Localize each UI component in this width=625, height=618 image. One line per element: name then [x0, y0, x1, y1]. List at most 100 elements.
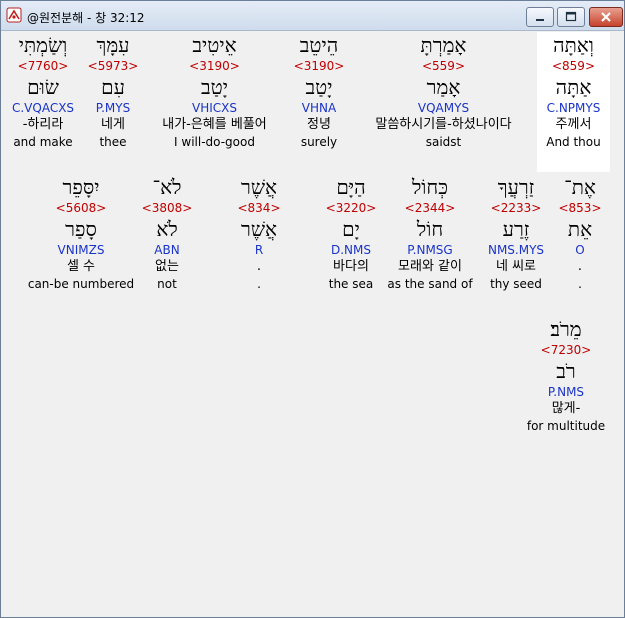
strong-number[interactable]: <834> — [226, 200, 292, 216]
hebrew-word: יִסָּפֵר — [62, 175, 100, 199]
english-gloss: And thou — [546, 135, 601, 149]
hebrew-word: מֵרֹב׃ — [550, 317, 582, 341]
word-block[interactable]: הַיָּם <3220> יָם D.NMS 바다의 the sea — [321, 174, 381, 314]
english-gloss: and make — [13, 135, 73, 149]
korean-gloss: 네게 — [101, 117, 125, 132]
english-gloss: the sea — [328, 277, 374, 291]
korean-gloss: . — [256, 259, 262, 274]
lemma: לֹא — [156, 217, 178, 241]
strong-number[interactable]: <5973> — [82, 58, 144, 74]
lemma: עִם — [101, 75, 125, 99]
morphology-code: VHNA — [301, 101, 337, 115]
lemma: שׂוּם — [27, 75, 59, 99]
english-gloss: thy seed — [490, 277, 542, 291]
morphology-code: C.VQACXS — [11, 101, 75, 115]
word-block[interactable]: אֲשֶׁר <834> אֲשֶׁר R . . — [226, 174, 292, 314]
strong-number[interactable]: <2233> — [480, 200, 552, 216]
morphology-code: P.MYS — [95, 101, 131, 115]
korean-gloss: 없는 — [155, 259, 179, 274]
strong-number[interactable]: <3220> — [321, 200, 381, 216]
strong-number[interactable]: <3190> — [285, 58, 353, 74]
lemma: אֲשֶׁר — [241, 217, 277, 241]
interlinear-panel: וְאַתָּה <859> אַתָּה C.NPMYS 주께서 And th… — [4, 32, 622, 615]
word-block[interactable]: לֹא־ <3808> לֹא ABN 없는 not — [139, 174, 195, 314]
word-block[interactable]: אֵיטִיב <3190> יָטַב VHICXS 내가-은혜를 베풀어 I… — [147, 32, 282, 172]
word-block[interactable]: מֵרֹב׃ <7230> רֹב P.NMS 많게- for multitud… — [524, 316, 608, 456]
english-gloss: I will-do-good — [174, 135, 255, 149]
strong-number[interactable]: <3808> — [139, 200, 195, 216]
main-window: @원전분해 - 창 32:12 וְאַתָּה <859> אַתָּה C.… — [0, 0, 625, 618]
word-block[interactable]: כְּחוֹל <2344> חוֹל P.NMSG 모래와 같이 as the… — [384, 174, 476, 314]
lemma: יָטַב — [305, 75, 333, 99]
strong-number[interactable]: <7760> — [7, 58, 79, 74]
app-icon — [6, 7, 22, 23]
english-gloss: thee — [99, 135, 127, 149]
english-gloss: surely — [300, 135, 338, 149]
word-block[interactable]: הֵיטֵב <3190> יָטַב VHNA 정녕 surely — [285, 32, 353, 172]
lemma: רֹב — [556, 359, 576, 383]
lemma: חוֹל — [416, 217, 444, 241]
title-bar[interactable]: @원전분해 - 창 32:12 — [1, 1, 624, 31]
korean-gloss: 말씀하시기를-하셨나이다 — [375, 117, 512, 132]
word-block[interactable]: אָמַרְתָּ <559> אָמַר VQAMYS 말씀하시기를-하셨나이… — [356, 32, 531, 172]
word-block[interactable]: עִמָּךְ <5973> עִם P.MYS 네게 thee — [82, 32, 144, 172]
strong-number[interactable]: <859> — [537, 58, 610, 74]
korean-gloss: 내가-은혜를 베풀어 — [162, 117, 267, 132]
morphology-code: NMS.MYS — [487, 243, 545, 257]
strong-number[interactable]: <853> — [555, 200, 605, 216]
morphology-code: VQAMYS — [417, 101, 470, 115]
minimize-button[interactable] — [526, 7, 554, 27]
korean-gloss: 네 씨로 — [495, 259, 536, 274]
morphology-code: VNIMZS — [57, 243, 105, 257]
english-gloss: can-be numbered — [27, 277, 135, 291]
morphology-code: VHICXS — [192, 101, 237, 115]
korean-gloss: 정녕 — [307, 117, 331, 132]
lemma: יָם — [342, 217, 360, 241]
strong-number[interactable]: <559> — [356, 58, 531, 74]
window-title: @원전분해 - 창 32:12 — [27, 11, 145, 25]
close-button[interactable] — [589, 7, 623, 27]
korean-gloss: 주께서 — [555, 117, 592, 132]
korean-gloss: 바다의 — [333, 259, 369, 274]
hebrew-word: וְאַתָּה — [553, 33, 594, 57]
hebrew-word: הַיָּם — [336, 175, 366, 199]
word-block[interactable]: וְשַׂמְתִּי <7760> שׂוּם C.VQACXS -하리라 a… — [7, 32, 79, 172]
korean-gloss: . — [577, 259, 583, 274]
hebrew-word: עִמָּךְ — [96, 33, 130, 57]
morphology-code: ABN — [154, 243, 180, 257]
lemma: זֶרַע — [502, 217, 530, 241]
korean-gloss: 셀 수 — [66, 259, 96, 274]
strong-number[interactable]: <3190> — [147, 58, 282, 74]
morphology-code: D.NMS — [330, 243, 371, 257]
lemma: יָטַב — [201, 75, 228, 99]
lemma: אַתָּה — [555, 75, 592, 99]
korean-gloss: 모래와 같이 — [398, 259, 462, 274]
strong-number[interactable]: <2344> — [384, 200, 476, 216]
strong-number[interactable]: <5608> — [26, 200, 136, 216]
morphology-code: C.NPMYS — [546, 101, 601, 115]
hebrew-word: זַרְעֲךָ — [497, 175, 535, 199]
morphology-code: P.NMSG — [407, 243, 453, 257]
lemma: סָפַר — [65, 217, 97, 241]
minimize-icon — [536, 19, 544, 21]
english-gloss: . — [578, 277, 582, 291]
morphology-code: O — [575, 243, 585, 257]
lemma: אֵת — [567, 217, 593, 241]
word-block[interactable]: וְאַתָּה <859> אַתָּה C.NPMYS 주께서 And th… — [537, 32, 610, 172]
maximize-icon — [565, 11, 577, 22]
word-block[interactable]: זַרְעֲךָ <2233> זֶרַע NMS.MYS 네 씨로 thy s… — [480, 174, 552, 314]
morphology-code: R — [254, 243, 264, 257]
lemma: אָמַר — [426, 75, 461, 99]
maximize-button[interactable] — [557, 7, 585, 27]
hebrew-word: הֵיטֵב — [299, 33, 339, 57]
english-gloss: for multitude — [526, 419, 606, 433]
hebrew-word: כְּחוֹל — [411, 175, 449, 199]
strong-number[interactable]: <7230> — [524, 342, 608, 358]
korean-gloss: 많게- — [551, 401, 581, 416]
english-gloss: as the sand of — [387, 277, 473, 291]
word-block[interactable]: יִסָּפֵר <5608> סָפַר VNIMZS 셀 수 can-be … — [26, 174, 136, 314]
hebrew-word: וְשַׂמְתִּי — [18, 33, 68, 57]
word-block[interactable]: אֶת־ <853> אֵת O . . — [555, 174, 605, 314]
hebrew-word: אֶת־ — [564, 175, 596, 199]
korean-gloss: -하리라 — [22, 117, 64, 132]
